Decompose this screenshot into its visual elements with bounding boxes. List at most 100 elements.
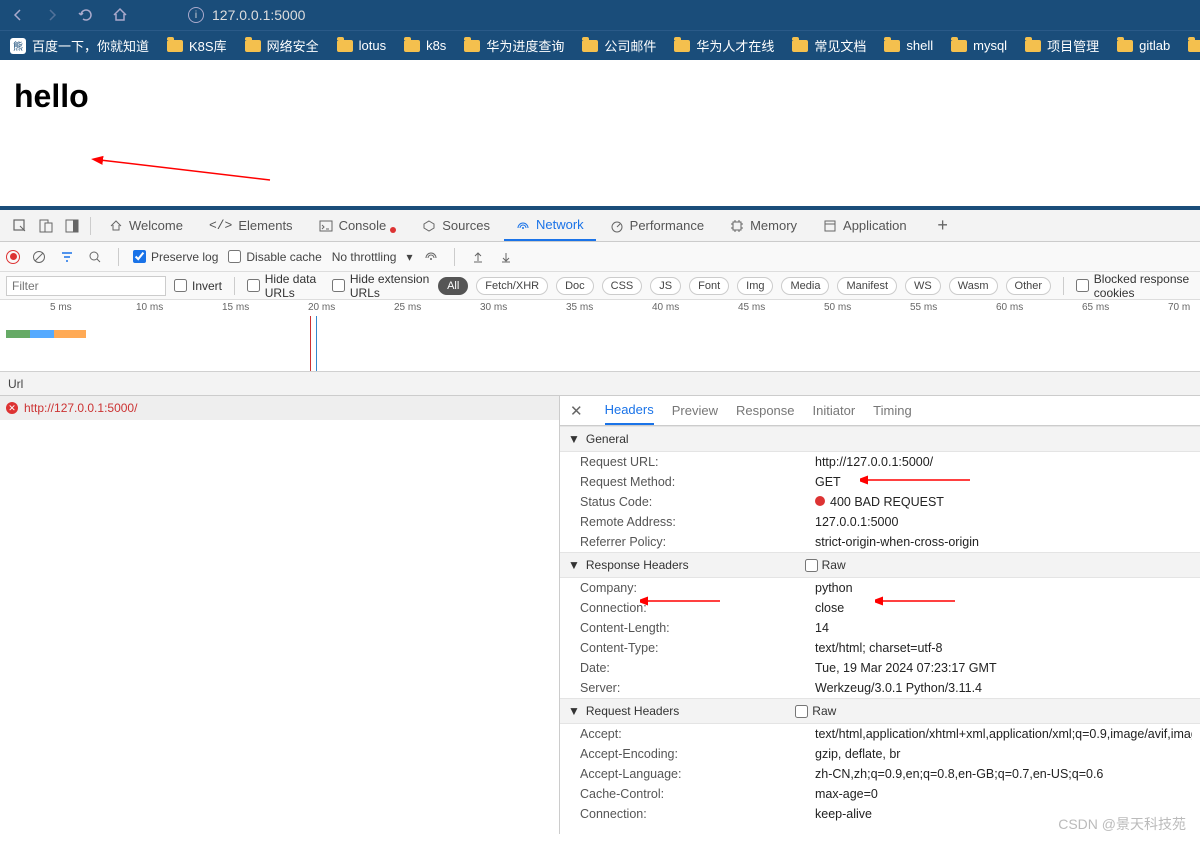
search-icon[interactable] [86, 248, 104, 266]
folder-icon [1117, 40, 1133, 52]
tab-timing[interactable]: Timing [873, 397, 912, 424]
more-tabs-icon[interactable]: + [931, 214, 955, 238]
bookmark-item[interactable]: mysql [951, 38, 1007, 53]
annotation-arrow [860, 472, 980, 488]
raw-checkbox[interactable]: Raw [805, 558, 846, 572]
devtools-tabbar: Welcome </>Elements Console Sources Netw… [0, 210, 1200, 242]
forward-button[interactable] [42, 5, 62, 25]
throttling-select[interactable]: No throttling [332, 250, 397, 264]
tab-memory[interactable]: Memory [718, 210, 809, 241]
raw-checkbox[interactable]: Raw [795, 704, 836, 718]
timeline-marker [316, 316, 317, 371]
inspect-icon[interactable] [8, 214, 32, 238]
bookmark-item[interactable]: 华为人才在线 [674, 36, 774, 55]
hide-data-urls-checkbox[interactable]: Hide data URLs [247, 272, 324, 300]
tab-elements[interactable]: </>Elements [197, 210, 305, 241]
filter-pill[interactable]: Wasm [949, 277, 998, 295]
filter-pill[interactable]: Manifest [837, 277, 897, 295]
device-icon[interactable] [34, 214, 58, 238]
folder-icon [951, 40, 967, 52]
home-button[interactable] [110, 5, 130, 25]
bookmark-item[interactable]: gitlab [1117, 38, 1170, 53]
kv-row: Remote Address:127.0.0.1:5000 [560, 512, 1200, 532]
filter-pill[interactable]: JS [650, 277, 681, 295]
download-icon[interactable] [497, 248, 515, 266]
section-response-headers[interactable]: ▼ Response Headers Raw [560, 552, 1200, 578]
filter-pill[interactable]: WS [905, 277, 941, 295]
tab-response[interactable]: Response [736, 397, 795, 424]
tab-sources[interactable]: Sources [410, 210, 502, 241]
filter-pill[interactable]: Media [781, 277, 829, 295]
tab-initiator[interactable]: Initiator [813, 397, 856, 424]
close-icon[interactable]: ✕ [566, 402, 587, 420]
back-button[interactable] [8, 5, 28, 25]
tab-network[interactable]: Network [504, 210, 596, 241]
kv-row: Date:Tue, 19 Mar 2024 07:23:17 GMT [560, 658, 1200, 678]
section-request-headers[interactable]: ▼ Request Headers Raw [560, 698, 1200, 724]
bookmark-item[interactable]: 华为进度查询 [464, 36, 564, 55]
bookmark-item[interactable]: lotus [337, 38, 386, 53]
error-icon: ✕ [6, 402, 18, 414]
filter-input[interactable] [6, 276, 166, 296]
filter-pill[interactable]: CSS [602, 277, 643, 295]
kv-row: Connection:keep-alive [560, 804, 1200, 824]
bookmark-item[interactable]: K8S库 [167, 36, 227, 55]
bookmark-item[interactable]: 常见文档 [792, 36, 866, 55]
filter-pill-all[interactable]: All [438, 277, 468, 295]
section-general[interactable]: ▼ General [560, 426, 1200, 452]
url-text: 127.0.0.1:5000 [212, 7, 305, 23]
timeline-marker [310, 316, 311, 371]
timeline-request-bar [6, 330, 86, 338]
kv-row: Cache-Control:max-age=0 [560, 784, 1200, 804]
bookmark-item[interactable]: 公司邮件 [582, 36, 656, 55]
annotation-arrow [640, 593, 730, 609]
bookmark-item[interactable]: 项目管理 [1025, 36, 1099, 55]
bookmark-item[interactable]: 熊百度一下，你就知道 [10, 36, 149, 55]
tab-performance[interactable]: Performance [598, 210, 716, 241]
filter-pill[interactable]: Img [737, 277, 773, 295]
filter-pill[interactable]: Doc [556, 277, 594, 295]
blocked-cookies-checkbox[interactable]: Blocked response cookies [1076, 272, 1194, 300]
site-info-icon[interactable]: i [188, 7, 204, 23]
folder-icon [245, 40, 261, 52]
annotation-arrow [875, 593, 965, 609]
filter-pill[interactable]: Font [689, 277, 729, 295]
preserve-log-checkbox[interactable]: Preserve log [133, 250, 218, 264]
refresh-button[interactable] [76, 5, 96, 25]
invert-checkbox[interactable]: Invert [174, 279, 222, 293]
kv-row: Accept-Language:zh-CN,zh;q=0.9,en;q=0.8,… [560, 764, 1200, 784]
upload-icon[interactable] [469, 248, 487, 266]
disable-cache-checkbox[interactable]: Disable cache [228, 250, 321, 264]
kv-row: Status Code:400 BAD REQUEST [560, 492, 1200, 512]
tab-welcome[interactable]: Welcome [97, 210, 195, 241]
request-list-header: Url [0, 372, 1200, 396]
request-row[interactable]: ✕ http://127.0.0.1:5000/ [0, 396, 559, 420]
bookmark-item[interactable]: k8s [404, 38, 446, 53]
tab-console[interactable]: Console [307, 210, 409, 241]
bookmark-item[interactable]: Dell [1188, 38, 1200, 53]
folder-icon [337, 40, 353, 52]
kv-row: Referrer Policy:strict-origin-when-cross… [560, 532, 1200, 552]
folder-icon [404, 40, 420, 52]
kv-row: Server:Werkzeug/3.0.1 Python/3.11.4 [560, 678, 1200, 698]
dock-icon[interactable] [60, 214, 84, 238]
wifi-icon[interactable] [422, 248, 440, 266]
clear-button[interactable] [30, 248, 48, 266]
bookmark-item[interactable]: shell [884, 38, 933, 53]
timeline-overview[interactable]: 5 ms10 ms15 ms20 ms25 ms30 ms35 ms40 ms4… [0, 300, 1200, 372]
tab-preview[interactable]: Preview [672, 397, 718, 424]
annotation-arrow [90, 155, 280, 185]
tab-application[interactable]: Application [811, 210, 919, 241]
filter-pill[interactable]: Fetch/XHR [476, 277, 548, 295]
filter-pill[interactable]: Other [1006, 277, 1052, 295]
network-toolbar: Preserve log Disable cache No throttling… [0, 242, 1200, 272]
chevron-down-icon[interactable]: ▾ [406, 250, 412, 264]
hide-ext-urls-checkbox[interactable]: Hide extension URLs [332, 272, 430, 300]
bookmark-item[interactable]: 网络安全 [245, 36, 319, 55]
filter-toggle-icon[interactable] [58, 248, 76, 266]
tab-headers[interactable]: Headers [605, 396, 654, 425]
record-button[interactable] [6, 250, 20, 264]
folder-icon [884, 40, 900, 52]
detail-tabs: ✕ Headers Preview Response Initiator Tim… [560, 396, 1200, 426]
address-bar[interactable]: i 127.0.0.1:5000 [188, 7, 305, 23]
